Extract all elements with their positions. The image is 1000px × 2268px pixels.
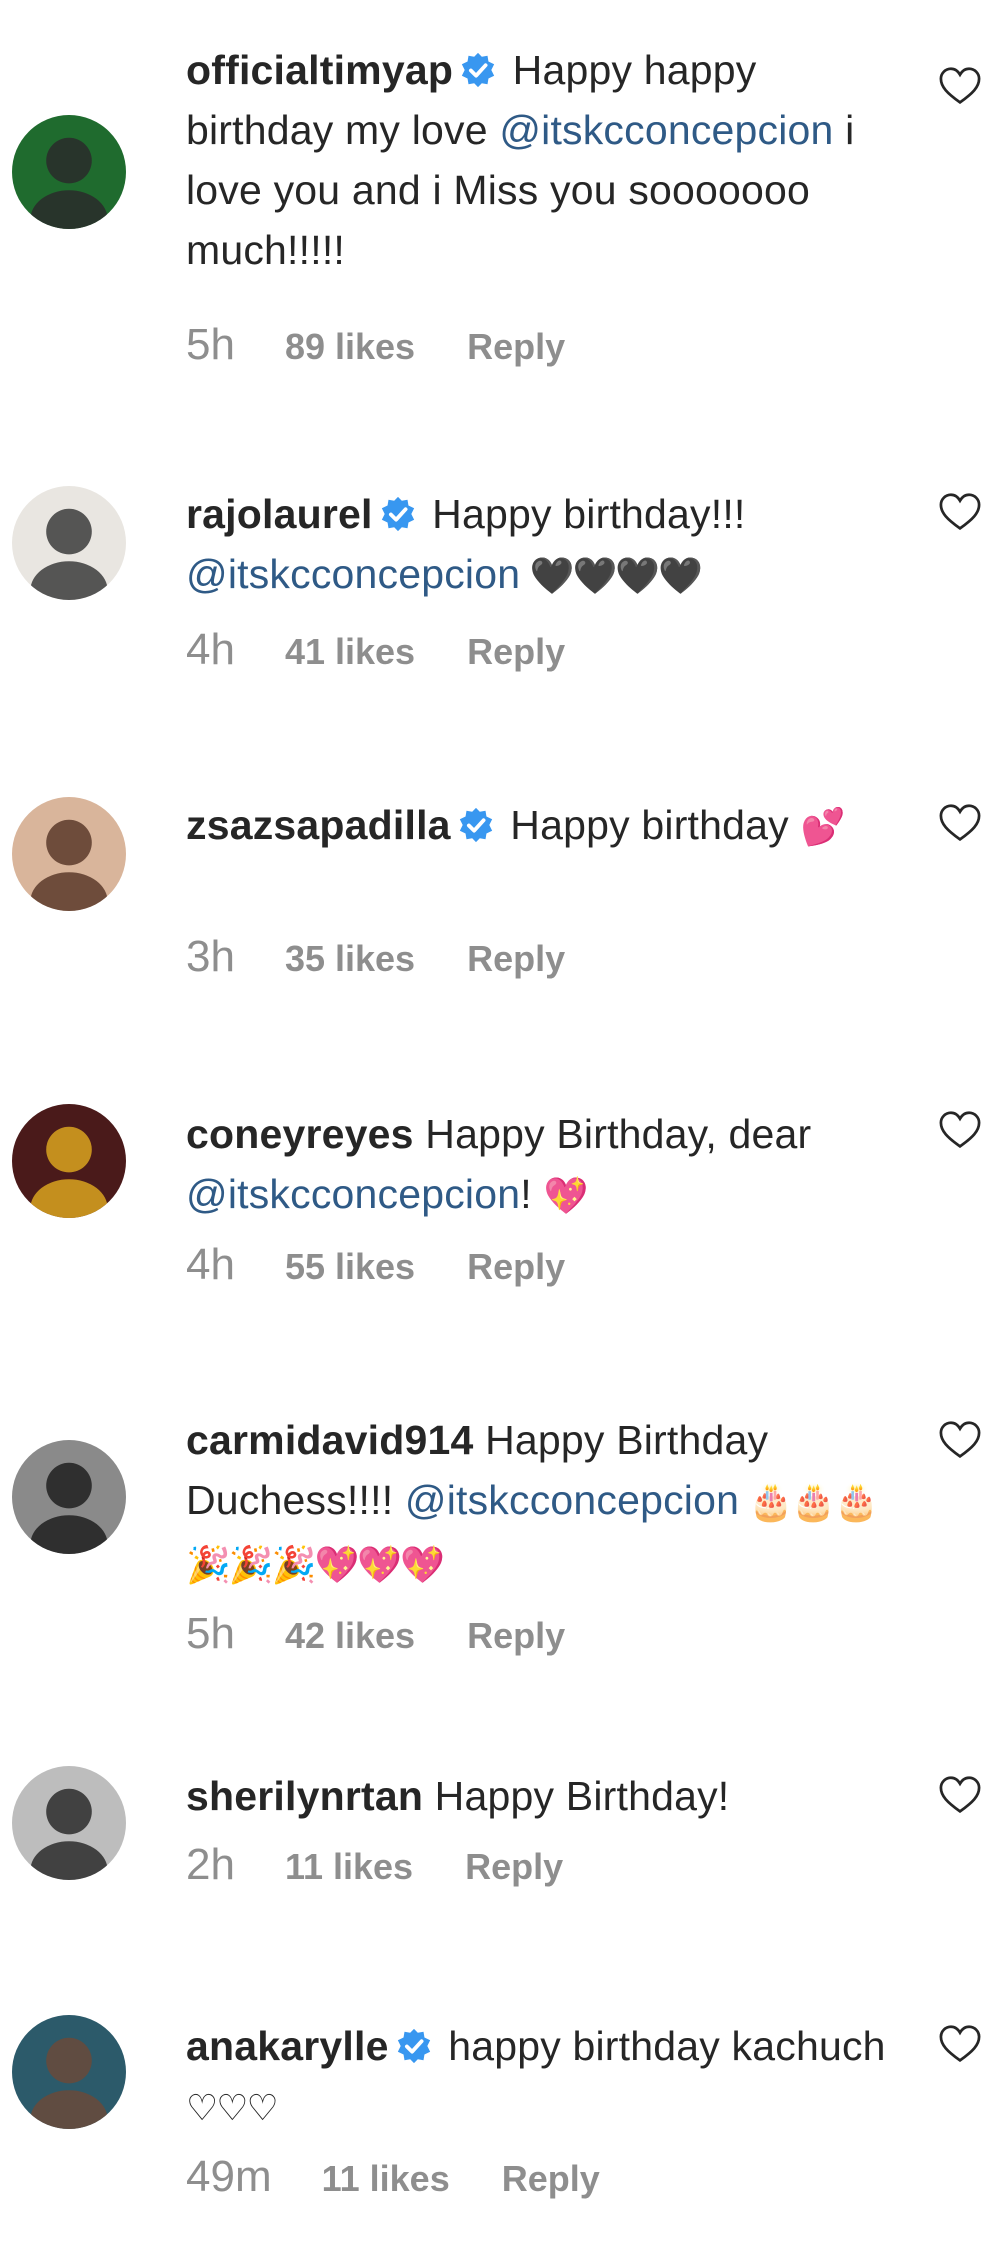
heart-icon[interactable] [938, 492, 982, 532]
heart-icon[interactable] [938, 1420, 982, 1460]
comment-timestamp[interactable]: 5h [186, 1609, 235, 1659]
comment-username-link[interactable]: coneyreyes [186, 1111, 414, 1157]
comment-body: rajolaurel Happy birthday!!! @itskcconce… [186, 484, 886, 607]
comment-meta-row: 49m 11 likes Reply [186, 2152, 600, 2202]
likes-count-button[interactable]: 89 likes [285, 326, 415, 368]
comment-username-link[interactable]: carmidavid914 [186, 1417, 474, 1463]
comment-text: anakarylle happy birthday kachuch ♡♡♡ [186, 2016, 886, 2139]
reply-button[interactable]: Reply [467, 1615, 565, 1657]
comment-timestamp[interactable]: 49m [186, 2152, 272, 2202]
heart-icon[interactable] [938, 2024, 982, 2064]
comment-timestamp[interactable]: 4h [186, 625, 235, 675]
comment-message-text: happy birthday kachuch [436, 2023, 886, 2069]
likes-count-button[interactable]: 42 likes [285, 1615, 415, 1657]
comment-body: zsazsapadilla Happy birthday 💕 [186, 795, 886, 858]
likes-count-button[interactable]: 41 likes [285, 631, 415, 673]
comment-text: zsazsapadilla Happy birthday 💕 [186, 795, 886, 858]
comment-timestamp[interactable]: 4h [186, 1240, 235, 1290]
likes-count-button[interactable]: 11 likes [285, 1846, 413, 1888]
likes-count-button[interactable]: 55 likes [285, 1246, 415, 1288]
comment-meta-row: 5h 89 likes Reply [186, 320, 565, 370]
comment-message-text: ! [520, 1171, 544, 1217]
comment-message-text: Happy birthday [498, 802, 801, 848]
mention-link[interactable]: @itskcconcepcion [186, 1171, 520, 1217]
avatar[interactable] [12, 1104, 126, 1218]
avatar[interactable] [12, 1766, 126, 1880]
emoji-text: ♡♡♡ [186, 2088, 279, 2129]
heart-icon[interactable] [938, 1775, 982, 1815]
comment-body: anakarylle happy birthday kachuch ♡♡♡ [186, 2016, 886, 2139]
reply-button[interactable]: Reply [467, 326, 565, 368]
avatar[interactable] [12, 797, 126, 911]
comment-meta-row: 4h 41 likes Reply [186, 625, 565, 675]
reply-button[interactable]: Reply [467, 938, 565, 980]
comment-timestamp[interactable]: 5h [186, 320, 235, 370]
comment-meta-row: 5h 42 likes Reply [186, 1609, 565, 1659]
mention-link[interactable]: @itskcconcepcion [405, 1477, 739, 1523]
comment-username-link[interactable]: sherilynrtan [186, 1773, 423, 1819]
comment-username-link[interactable]: rajolaurel [186, 491, 373, 537]
heart-icon[interactable] [938, 803, 982, 843]
mention-link[interactable]: @itskcconcepcion [499, 107, 833, 153]
comment-username-link[interactable]: anakarylle [186, 2023, 389, 2069]
verified-badge-icon [459, 51, 497, 89]
reply-button[interactable]: Reply [465, 1846, 563, 1888]
comment-meta-row: 3h 35 likes Reply [186, 932, 565, 982]
comment-username-link[interactable]: zsazsapadilla [186, 802, 451, 848]
comment-text: officialtimyap Happy happy birthday my l… [186, 40, 886, 280]
comment-text: sherilynrtan Happy Birthday! [186, 1766, 886, 1826]
avatar[interactable] [12, 2015, 126, 2129]
reply-button[interactable]: Reply [502, 2158, 600, 2200]
avatar[interactable] [12, 486, 126, 600]
comment-meta-row: 2h 11 likes Reply [186, 1840, 563, 1890]
emoji-text: 💖 [543, 1176, 588, 1217]
comment-text: rajolaurel Happy birthday!!! @itskcconce… [186, 484, 886, 607]
verified-badge-icon [395, 2027, 433, 2065]
heart-icon[interactable] [938, 66, 982, 106]
comment-text: carmidavid914 Happy Birthday Duchess!!!!… [186, 1410, 886, 1596]
avatar[interactable] [12, 1440, 126, 1554]
comment-body: coneyreyes Happy Birthday, dear @itskcco… [186, 1104, 886, 1227]
comment-username-link[interactable]: officialtimyap [186, 47, 453, 93]
reply-button[interactable]: Reply [467, 631, 565, 673]
comment-timestamp[interactable]: 2h [186, 1840, 235, 1890]
comment-body: sherilynrtan Happy Birthday! [186, 1766, 886, 1826]
comment-timestamp[interactable]: 3h [186, 932, 235, 982]
comment-body: officialtimyap Happy happy birthday my l… [186, 40, 886, 280]
avatar[interactable] [12, 115, 126, 229]
heart-icon[interactable] [938, 1110, 982, 1150]
verified-badge-icon [457, 806, 495, 844]
comment-meta-row: 4h 55 likes Reply [186, 1240, 565, 1290]
likes-count-button[interactable]: 35 likes [285, 938, 415, 980]
comment-text: coneyreyes Happy Birthday, dear @itskcco… [186, 1104, 886, 1227]
mention-link[interactable]: @itskcconcepcion [186, 551, 520, 597]
comment-message-text: Happy Birthday, dear [413, 1111, 812, 1157]
comment-body: carmidavid914 Happy Birthday Duchess!!!!… [186, 1410, 886, 1596]
comment-message-text: Happy birthday!!! [420, 491, 746, 537]
reply-button[interactable]: Reply [467, 1246, 565, 1288]
emoji-text: 🖤🖤🖤🖤 [520, 556, 703, 597]
verified-badge-icon [379, 495, 417, 533]
likes-count-button[interactable]: 11 likes [322, 2158, 450, 2200]
emoji-text: 💕 [800, 807, 845, 848]
comment-message-text: Happy Birthday! [423, 1773, 730, 1819]
